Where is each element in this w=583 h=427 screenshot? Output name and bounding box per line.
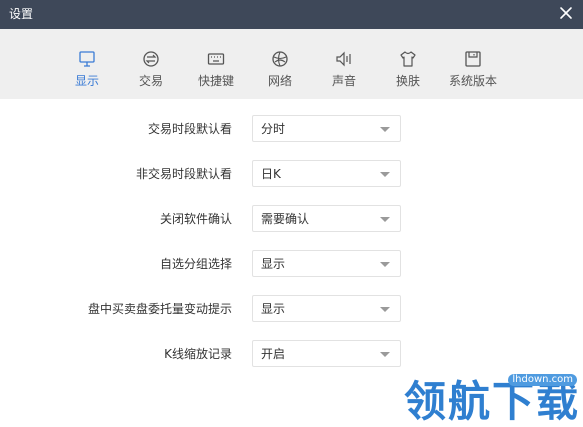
setting-label: 盘中买卖盘委托量变动提示 <box>87 302 232 316</box>
chevron-down-icon <box>380 307 390 312</box>
tab-label: 网络 <box>267 74 292 88</box>
chevron-down-icon <box>380 172 390 177</box>
title-bar: 设置 <box>0 0 583 29</box>
order-change-alert-select[interactable]: 显示 <box>252 295 401 322</box>
tab-label: 换肤 <box>395 74 420 88</box>
close-icon[interactable] <box>557 4 575 22</box>
tab-display[interactable]: 显示 <box>55 29 119 99</box>
speaker-icon <box>336 51 351 67</box>
select-value: 日K <box>261 167 281 181</box>
tab-skin[interactable]: 换肤 <box>376 29 440 99</box>
watermark: 领航下载 lhdown.com <box>400 368 583 427</box>
tab-label: 快捷键 <box>197 74 234 88</box>
watermark-site: lhdown.com <box>508 374 577 386</box>
save-icon <box>465 51 481 67</box>
setting-row-trading-view: 交易时段默认看 分时 <box>0 115 583 143</box>
monitor-icon <box>79 51 95 67</box>
tab-sound[interactable]: 声音 <box>312 29 376 99</box>
trade-icon <box>143 51 159 67</box>
setting-row-non-trading-view: 非交易时段默认看 日K <box>0 160 583 188</box>
non-trading-view-select[interactable]: 日K <box>252 160 401 187</box>
tab-trade[interactable]: 交易 <box>119 29 183 99</box>
trading-view-select[interactable]: 分时 <box>252 115 401 142</box>
select-value: 需要确认 <box>261 212 310 226</box>
setting-row-order-change-alert: 盘中买卖盘委托量变动提示 显示 <box>0 295 583 323</box>
watchlist-group-select[interactable]: 显示 <box>252 250 401 277</box>
select-value: 显示 <box>261 257 286 271</box>
select-value: 分时 <box>261 122 286 136</box>
select-value: 显示 <box>261 302 286 316</box>
setting-label: 关闭软件确认 <box>159 212 232 226</box>
setting-row-kline-zoom: K线缩放记录 开启 <box>0 340 583 368</box>
tab-network[interactable]: 网络 <box>248 29 312 99</box>
tab-shortcuts[interactable]: 快捷键 <box>184 29 248 99</box>
chevron-down-icon <box>380 217 390 222</box>
select-value: 开启 <box>261 347 286 361</box>
exit-confirm-select[interactable]: 需要确认 <box>252 205 401 232</box>
tab-system-version[interactable]: 系统版本 <box>441 29 505 99</box>
setting-row-exit-confirm: 关闭软件确认 需要确认 <box>0 205 583 233</box>
chevron-down-icon <box>380 352 390 357</box>
chevron-down-icon <box>380 262 390 267</box>
chevron-down-icon <box>380 127 390 132</box>
keyboard-icon <box>207 53 225 65</box>
tab-label: 交易 <box>138 74 163 88</box>
window-title: 设置 <box>9 7 34 21</box>
shirt-icon <box>400 51 416 67</box>
network-icon <box>272 51 288 67</box>
tab-label: 声音 <box>331 74 356 88</box>
setting-label: 自选分组选择 <box>159 257 232 271</box>
setting-label: 交易时段默认看 <box>147 122 232 136</box>
settings-tab-bar: 显示 交易 快捷键 网络 声音 换肤 系统版本 <box>0 29 583 99</box>
tab-label: 显示 <box>74 74 99 88</box>
setting-label: K线缩放记录 <box>164 347 232 361</box>
tab-label: 系统版本 <box>448 74 497 88</box>
setting-label: 非交易时段默认看 <box>135 167 232 181</box>
kline-zoom-select[interactable]: 开启 <box>252 340 401 367</box>
setting-row-watchlist-group: 自选分组选择 显示 <box>0 250 583 278</box>
